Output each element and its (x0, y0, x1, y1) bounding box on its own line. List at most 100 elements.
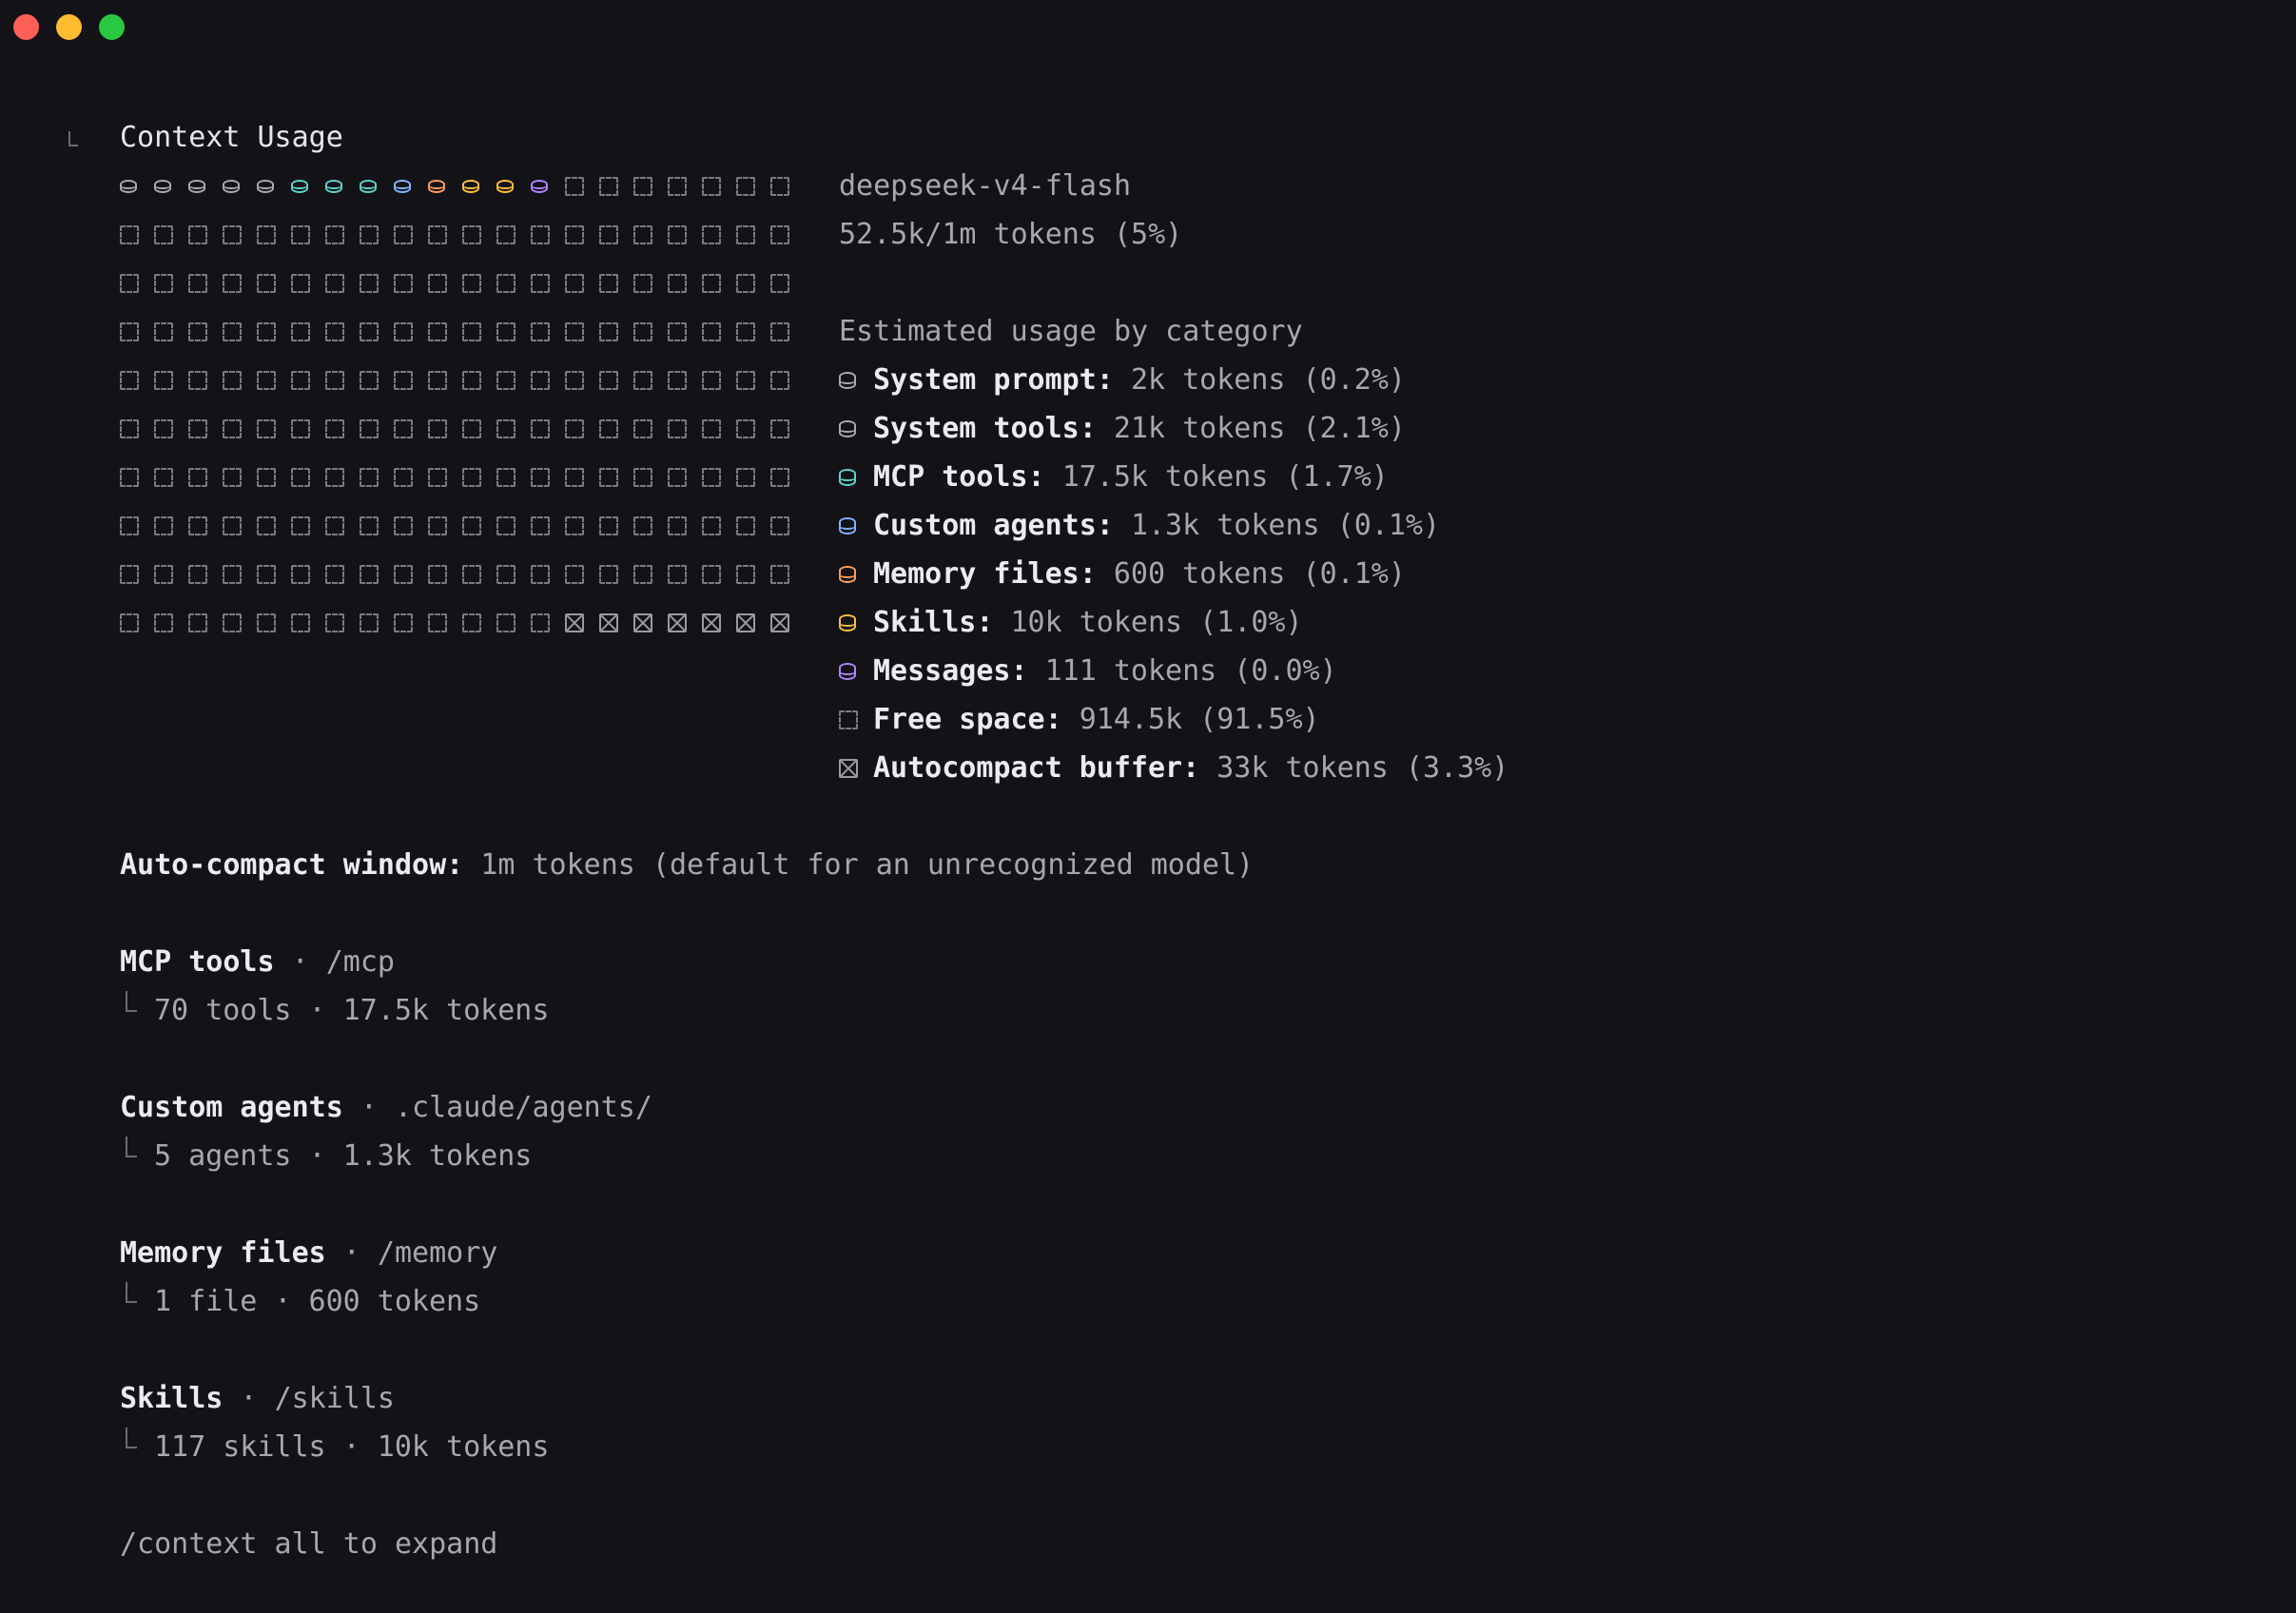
legend-value: 17.5k tokens (1.7%) (1061, 460, 1389, 494)
section-path: .claude/agents/ (395, 1091, 652, 1124)
grid-cell-free (668, 453, 702, 501)
legend-item: Custom agents: 1.3k tokens (0.1%) (839, 501, 1440, 550)
grid-cell-free (223, 356, 257, 404)
free-space-box-icon (291, 370, 310, 390)
free-space-box-icon (736, 515, 755, 535)
grid-cell-free (599, 550, 633, 598)
grid-cell-free (120, 550, 154, 598)
free-space-box-icon (462, 273, 481, 293)
grid-cell-free (462, 453, 496, 501)
grid-cell-free (736, 162, 770, 210)
free-space-box-icon (360, 370, 379, 390)
free-space-box-icon (188, 564, 207, 584)
grid-cell-free (325, 550, 360, 598)
grid-cell-free (565, 404, 599, 453)
grid-cell-free (223, 598, 257, 647)
grid-cell-free (702, 162, 736, 210)
free-space-box-icon (223, 370, 242, 390)
grid-cell-free (360, 307, 394, 356)
grid-cell-free (531, 550, 565, 598)
tree-corner-icon (126, 1428, 137, 1448)
free-space-box-icon (154, 467, 173, 487)
grid-cell-free (770, 162, 805, 210)
legend-value: 10k tokens (1.0%) (1010, 606, 1303, 639)
grid-cell-used (531, 162, 565, 210)
free-space-box-icon (599, 564, 618, 584)
free-space-box-icon (428, 273, 447, 293)
grid-cell-free (428, 598, 462, 647)
free-space-box-icon (154, 273, 173, 293)
grid-cell-free (633, 453, 668, 501)
free-space-box-icon (154, 418, 173, 438)
free-space-box-icon (496, 321, 516, 341)
free-space-box-icon (120, 321, 139, 341)
free-space-box-icon (496, 564, 516, 584)
free-space-box-icon (496, 418, 516, 438)
free-space-box-icon (770, 321, 789, 341)
free-space-box-icon (325, 467, 344, 487)
tree-corner-icon (126, 991, 137, 1012)
free-space-box-icon (770, 467, 789, 487)
grid-cell-free (599, 453, 633, 501)
grid-cell-used (120, 162, 154, 210)
grid-cell-free (462, 404, 496, 453)
free-space-box-icon (257, 273, 276, 293)
free-space-box-icon (736, 370, 755, 390)
section-path: /mcp (325, 945, 395, 979)
free-space-icon (839, 709, 873, 729)
terminal-output: Context Usage deepseek-v4-flash 52.5k/1m… (0, 0, 2296, 1613)
grid-cell-free (223, 453, 257, 501)
grid-cell-free (428, 259, 462, 307)
free-space-box-icon (394, 515, 413, 535)
free-space-box-icon (154, 564, 173, 584)
grid-cell-free (565, 356, 599, 404)
grid-cell-free (668, 210, 702, 259)
grid-cell-used (325, 162, 360, 210)
legend-item: Free space: 914.5k (91.5%) (839, 695, 1320, 744)
free-space-box-icon (223, 612, 242, 632)
section-path: /memory (377, 1236, 498, 1270)
grid-cell-free (736, 550, 770, 598)
database-icon (154, 179, 171, 193)
free-space-box-icon (770, 418, 789, 438)
free-space-box-icon (223, 224, 242, 244)
grid-cell-free (291, 307, 325, 356)
grid-cell-used (188, 162, 223, 210)
grid-cell-free (154, 501, 188, 550)
memory-files-icon (839, 565, 873, 583)
free-space-box-icon (633, 467, 652, 487)
grid-cell-free (496, 501, 531, 550)
grid-cell-free (428, 550, 462, 598)
legend-value: 111 tokens (0.0%) (1044, 654, 1337, 688)
free-space-box-icon (394, 321, 413, 341)
free-space-box-icon (223, 467, 242, 487)
free-space-box-icon (188, 370, 207, 390)
grid-cell-used (394, 162, 428, 210)
free-space-box-icon (394, 418, 413, 438)
free-space-box-icon (291, 224, 310, 244)
free-space-box-icon (188, 224, 207, 244)
grid-cell-free (428, 210, 462, 259)
grid-cell-free (633, 162, 668, 210)
free-space-box-icon (668, 370, 687, 390)
free-space-box-icon (325, 515, 344, 535)
free-space-box-icon (668, 321, 687, 341)
free-space-box-icon (496, 224, 516, 244)
grid-cell-free (531, 210, 565, 259)
grid-cell-free (394, 550, 428, 598)
legend-label: Autocompact buffer: (873, 751, 1200, 785)
free-space-box-icon (770, 564, 789, 584)
free-space-box-icon (668, 176, 687, 196)
free-space-box-icon (736, 176, 755, 196)
free-space-box-icon (188, 515, 207, 535)
free-space-box-icon (428, 418, 447, 438)
grid-cell-buffer (668, 598, 702, 647)
grid-cell-free (360, 356, 394, 404)
free-space-box-icon (325, 321, 344, 341)
free-space-box-icon (257, 467, 276, 487)
free-space-box-icon (188, 321, 207, 341)
skills-icon (839, 613, 873, 632)
grid-cell-free (770, 404, 805, 453)
grid-cell-free (257, 307, 291, 356)
grid-cell-free (496, 404, 531, 453)
